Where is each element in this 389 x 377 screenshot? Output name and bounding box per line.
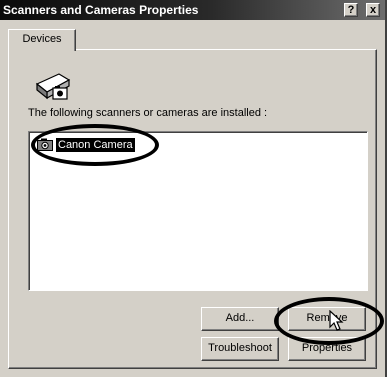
troubleshoot-button[interactable]: Troubleshoot [201,337,279,361]
help-button[interactable]: ? [344,3,358,17]
close-button[interactable]: x [366,3,380,17]
properties-button[interactable]: Properties [288,337,366,361]
device-name-canon-camera[interactable]: Canon Camera [56,137,135,152]
arrow-cursor-icon [329,310,344,331]
installed-devices-label: The following scanners or cameras are in… [28,107,268,119]
tab-devices[interactable]: Devices [8,29,76,51]
window-title: Scanners and Cameras Properties [3,3,199,17]
add-button[interactable]: Add... [201,307,279,331]
properties-dialog: Scanners and Cameras Properties ? x Devi… [0,0,387,377]
list-item[interactable]: Canon Camera [37,137,135,152]
title-bar[interactable]: Scanners and Cameras Properties ? x [0,0,385,20]
remove-button[interactable]: Remove [288,307,366,331]
scanner-camera-icon [35,73,71,100]
camera-icon [37,138,53,151]
devices-listbox[interactable]: Canon Camera [28,131,368,291]
